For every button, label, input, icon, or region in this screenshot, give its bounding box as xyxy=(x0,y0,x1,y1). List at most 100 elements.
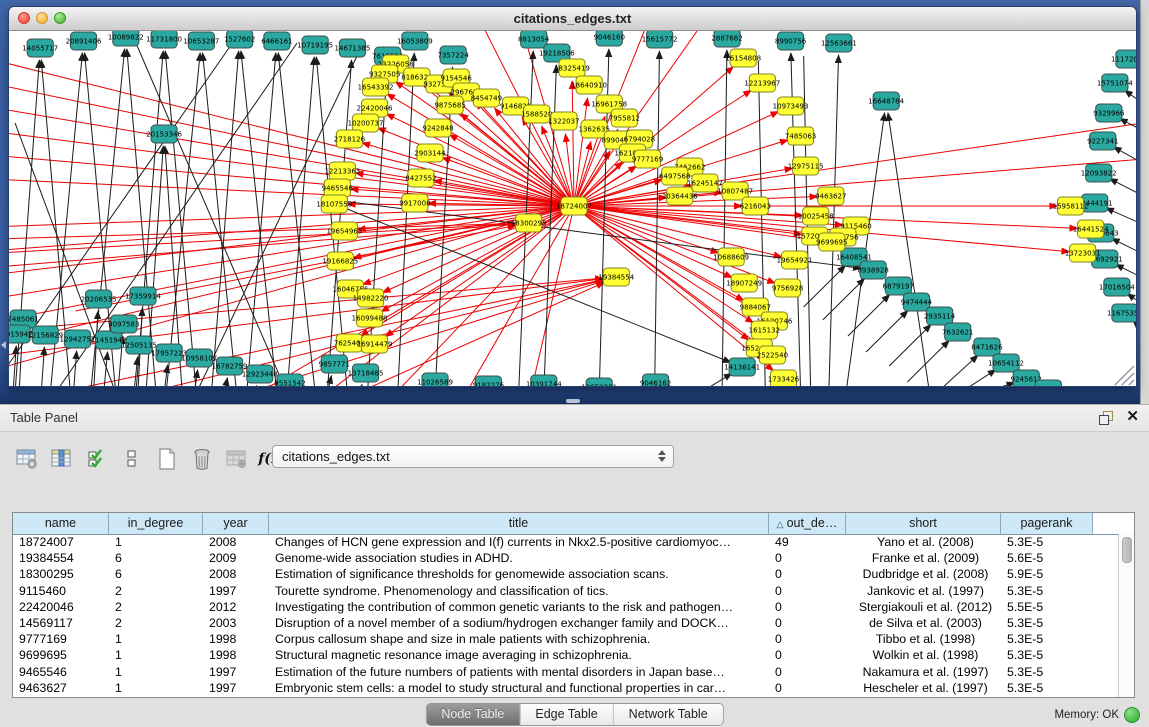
table-cell[interactable]: 5.9E-5 xyxy=(1001,566,1093,582)
graph-edge[interactable] xyxy=(1125,90,1136,111)
table-cell[interactable]: 6 xyxy=(109,566,203,582)
graph-node[interactable]: 14136141 xyxy=(724,358,760,376)
table-cell[interactable]: 0 xyxy=(769,550,846,566)
graph-node[interactable]: 12213967 xyxy=(744,74,780,92)
graph-node[interactable]: 10654112 xyxy=(988,354,1024,372)
graph-edge[interactable] xyxy=(357,282,604,386)
table-cell[interactable]: 1 xyxy=(109,664,203,680)
graph-node[interactable]: 7955812 xyxy=(609,109,640,127)
graph-node[interactable]: 17016504 xyxy=(1099,278,1135,296)
table-cell[interactable]: 5.5E-5 xyxy=(1001,599,1093,615)
table-row[interactable]: 1872400712008Changes of HCN gene express… xyxy=(13,534,1118,550)
column-header-short[interactable]: short xyxy=(846,513,1001,534)
graph-node[interactable]: 1615132 xyxy=(749,321,780,339)
graph-node[interactable]: 12563661 xyxy=(821,34,857,52)
table-cell[interactable]: 2003 xyxy=(203,615,269,631)
graph-node[interactable]: 16154808 xyxy=(725,49,761,67)
table-row[interactable]: 1830029562008Estimation of significance … xyxy=(13,566,1118,582)
table-cell[interactable]: 0 xyxy=(769,566,846,582)
table-cell[interactable]: 2008 xyxy=(203,566,269,582)
graph-edge[interactable] xyxy=(655,51,660,386)
graph-node[interactable]: 16648784 xyxy=(868,92,904,110)
table-cell[interactable]: 0 xyxy=(769,615,846,631)
graph-node[interactable]: 18300295 xyxy=(511,214,547,232)
table-row[interactable]: 2242004622012Investigating the contribut… xyxy=(13,599,1118,615)
graph-edge[interactable] xyxy=(937,355,978,386)
graph-node[interactable]: 16053809 xyxy=(397,32,433,50)
table-cell[interactable]: 1997 xyxy=(203,664,269,680)
table-cell[interactable]: Estimation of the future numbers of pati… xyxy=(269,664,769,680)
graph-node[interactable]: 17359914 xyxy=(125,287,161,305)
graph-node[interactable]: 10973493 xyxy=(773,97,809,115)
graph-node[interactable]: 6216043 xyxy=(740,197,771,215)
rows-icon[interactable] xyxy=(119,446,145,472)
graph-node[interactable]: 9756928 xyxy=(772,279,803,297)
graph-node[interactable]: 14982220 xyxy=(353,289,389,307)
graph-node[interactable]: 18907249 xyxy=(726,274,762,292)
graph-node[interactable]: 9046162 xyxy=(640,374,671,386)
table-row[interactable]: 946362711997Embryonic stem cells: a mode… xyxy=(13,680,1118,696)
table-cell[interactable]: 5.3E-5 xyxy=(1001,647,1093,663)
graph-node[interactable]: 19384554 xyxy=(598,268,634,286)
graph-node[interactable]: 9463627 xyxy=(815,187,846,205)
table-cell[interactable]: 1 xyxy=(109,680,203,696)
graph-edge[interactable] xyxy=(572,81,574,206)
table-cell[interactable]: Nakamura et al. (1997) xyxy=(846,664,1001,680)
graph-node[interactable]: 10719195 xyxy=(297,36,333,54)
graph-node[interactable]: 9917008 xyxy=(399,194,430,212)
graph-node[interactable]: 16099488 xyxy=(352,309,388,327)
graph-node[interactable]: 9777169 xyxy=(632,150,663,168)
table-selector-dropdown[interactable]: citations_edges.txt xyxy=(272,445,674,468)
table-cell[interactable]: 9699695 xyxy=(13,647,109,663)
table-cell[interactable]: Franke et al. (2009) xyxy=(846,550,1001,566)
table-cell[interactable]: 1 xyxy=(109,647,203,663)
graph-node[interactable]: 9857771 xyxy=(319,355,350,373)
table-cell[interactable]: 2008 xyxy=(203,534,269,550)
table-cell[interactable]: 2009 xyxy=(203,550,269,566)
table-scrollbar[interactable] xyxy=(1118,534,1134,697)
graph-node[interactable]: 18107558 xyxy=(316,195,352,213)
new-table-icon[interactable] xyxy=(154,446,180,472)
table-cell[interactable]: 0 xyxy=(769,599,846,615)
graph-node[interactable]: 15751074 xyxy=(1097,74,1133,92)
table-cell[interactable]: Tourette syndrome. Phenomenology and cla… xyxy=(269,583,769,599)
graph-edge[interactable] xyxy=(1113,147,1136,169)
graph-node[interactable]: 9182276 xyxy=(473,376,505,386)
graph-node[interactable]: 10200737 xyxy=(348,114,384,132)
table-cell[interactable]: Yano et al. (2008) xyxy=(846,534,1001,550)
graph-node[interactable]: 18724007 xyxy=(556,197,592,215)
table-cell[interactable]: Corpus callosum shape and size in male p… xyxy=(269,631,769,647)
graph-node[interactable]: 16441524 xyxy=(1073,220,1109,238)
delete-table-icon[interactable] xyxy=(189,446,215,472)
graph-node[interactable]: 10688609 xyxy=(713,248,749,266)
graph-edge[interactable] xyxy=(247,53,276,386)
graph-node[interactable]: 19166825 xyxy=(322,252,358,270)
float-panel-icon[interactable] xyxy=(1099,411,1113,425)
graph-edge[interactable] xyxy=(866,310,908,352)
graph-node[interactable]: 9046160 xyxy=(594,31,625,46)
table-settings-icon[interactable] xyxy=(14,446,40,472)
graph-node[interactable]: 1322037 xyxy=(548,112,579,130)
graph-node[interactable]: 2522540 xyxy=(757,346,788,364)
graph-node[interactable]: 10025458 xyxy=(798,207,834,225)
graph-node[interactable]: 16914479 xyxy=(357,335,393,353)
graph-edge[interactable] xyxy=(9,223,516,239)
table-row[interactable]: 969969511998Structural magnetic resonanc… xyxy=(13,647,1118,663)
table-cell[interactable]: 2 xyxy=(109,599,203,615)
table-row[interactable]: 977716911998Corpus callosum shape and si… xyxy=(13,631,1118,647)
table-cell[interactable]: 2012 xyxy=(203,599,269,615)
graph-node[interactable]: 18640910 xyxy=(571,76,607,94)
table-cell[interactable]: 1998 xyxy=(203,647,269,663)
splitter-handle[interactable] xyxy=(566,399,580,403)
graph-node[interactable]: 14055717 xyxy=(22,39,58,57)
graph-edge[interactable] xyxy=(9,206,574,347)
network-canvas[interactable]: 1405571720891406100898221173180010653287… xyxy=(9,31,1136,386)
graph-node[interactable]: 15958112 xyxy=(1053,197,1089,215)
table-cell[interactable]: 1 xyxy=(109,631,203,647)
graph-node[interactable]: 12652321 xyxy=(581,378,617,386)
table-cell[interactable]: 2 xyxy=(109,583,203,599)
citation-network-graph[interactable]: 1405571720891406100898221173180010653287… xyxy=(9,31,1136,386)
graph-edge[interactable] xyxy=(1133,321,1136,341)
table-cell[interactable]: 18724007 xyxy=(13,534,109,550)
graph-node[interactable]: 12213363 xyxy=(324,162,360,180)
